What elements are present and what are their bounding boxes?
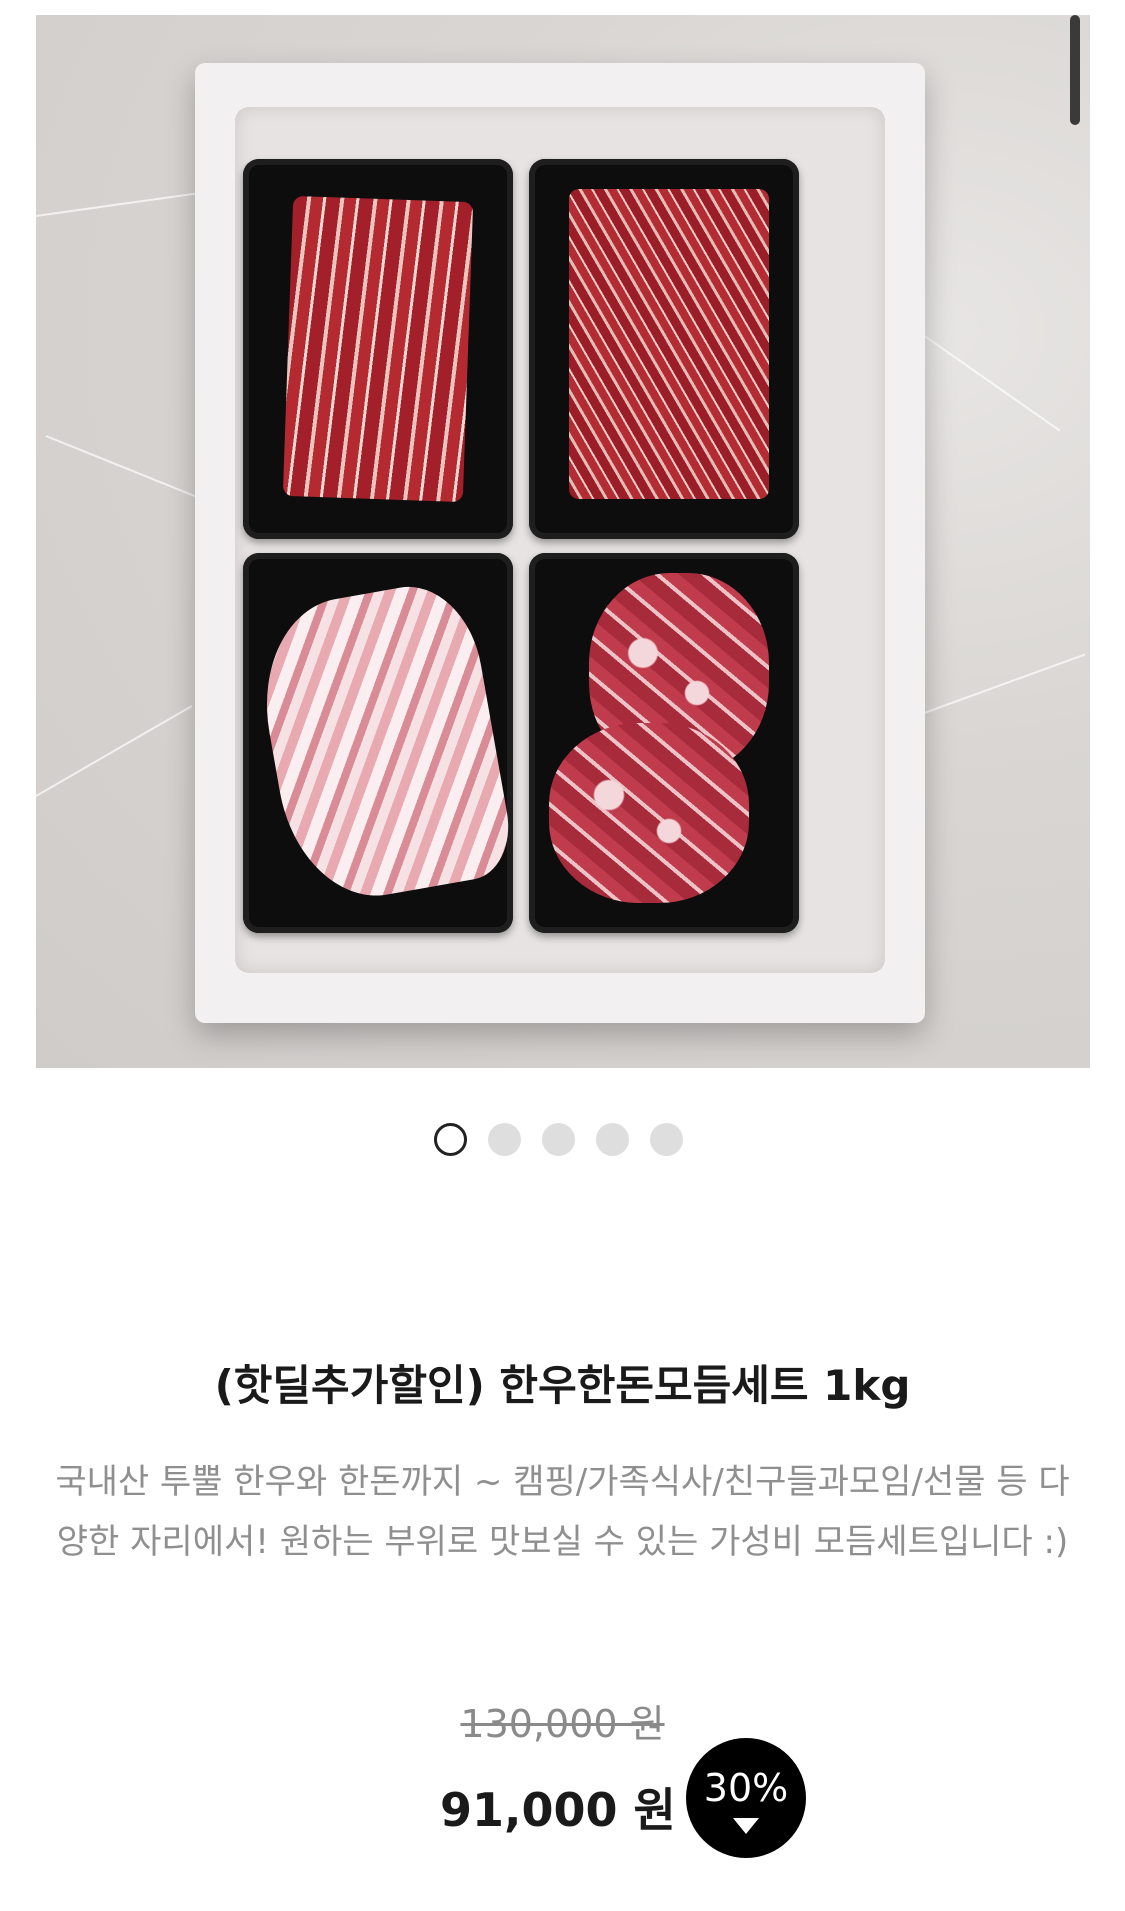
price-row: 91,000 원 30% xyxy=(0,1738,1125,1858)
meat-tray-pork-belly xyxy=(243,553,513,933)
meat-beef-slices xyxy=(569,189,769,499)
marble-vein xyxy=(36,705,193,797)
gallery-dot-4[interactable] xyxy=(596,1122,629,1156)
product-title: (핫딜추가할인) 한우한돈모듬세트 1kg xyxy=(214,1361,911,1410)
gallery-dot-2[interactable] xyxy=(488,1122,521,1156)
arrow-down-icon xyxy=(733,1818,759,1834)
gallery-pagination xyxy=(434,1121,683,1157)
gallery-dot-5[interactable] xyxy=(650,1122,683,1156)
gallery-dot-1[interactable] xyxy=(434,1122,467,1156)
styrofoam-box xyxy=(195,63,925,1023)
meat-tray-beef-1 xyxy=(243,159,513,539)
meat-beef-slices xyxy=(282,195,474,503)
product-description: 국내산 투뿔 한우와 한돈까지 ~ 캠핑/가족식사/친구들과모임/선물 등 다양… xyxy=(55,1462,1070,1562)
marble-vein xyxy=(915,653,1086,717)
discount-badge[interactable]: 30% xyxy=(686,1738,806,1858)
sale-price: 91,000 원 xyxy=(440,1783,676,1837)
gallery-dot-3[interactable] xyxy=(542,1122,575,1156)
meat-tray-beef-2 xyxy=(529,159,799,539)
discount-label: 30% xyxy=(703,1766,789,1810)
product-image[interactable] xyxy=(36,15,1090,1068)
meat-pork-neck xyxy=(549,723,749,903)
meat-pork-belly xyxy=(248,576,513,910)
scrollbar[interactable] xyxy=(1070,15,1080,125)
meat-tray-pork-neck xyxy=(529,553,799,933)
